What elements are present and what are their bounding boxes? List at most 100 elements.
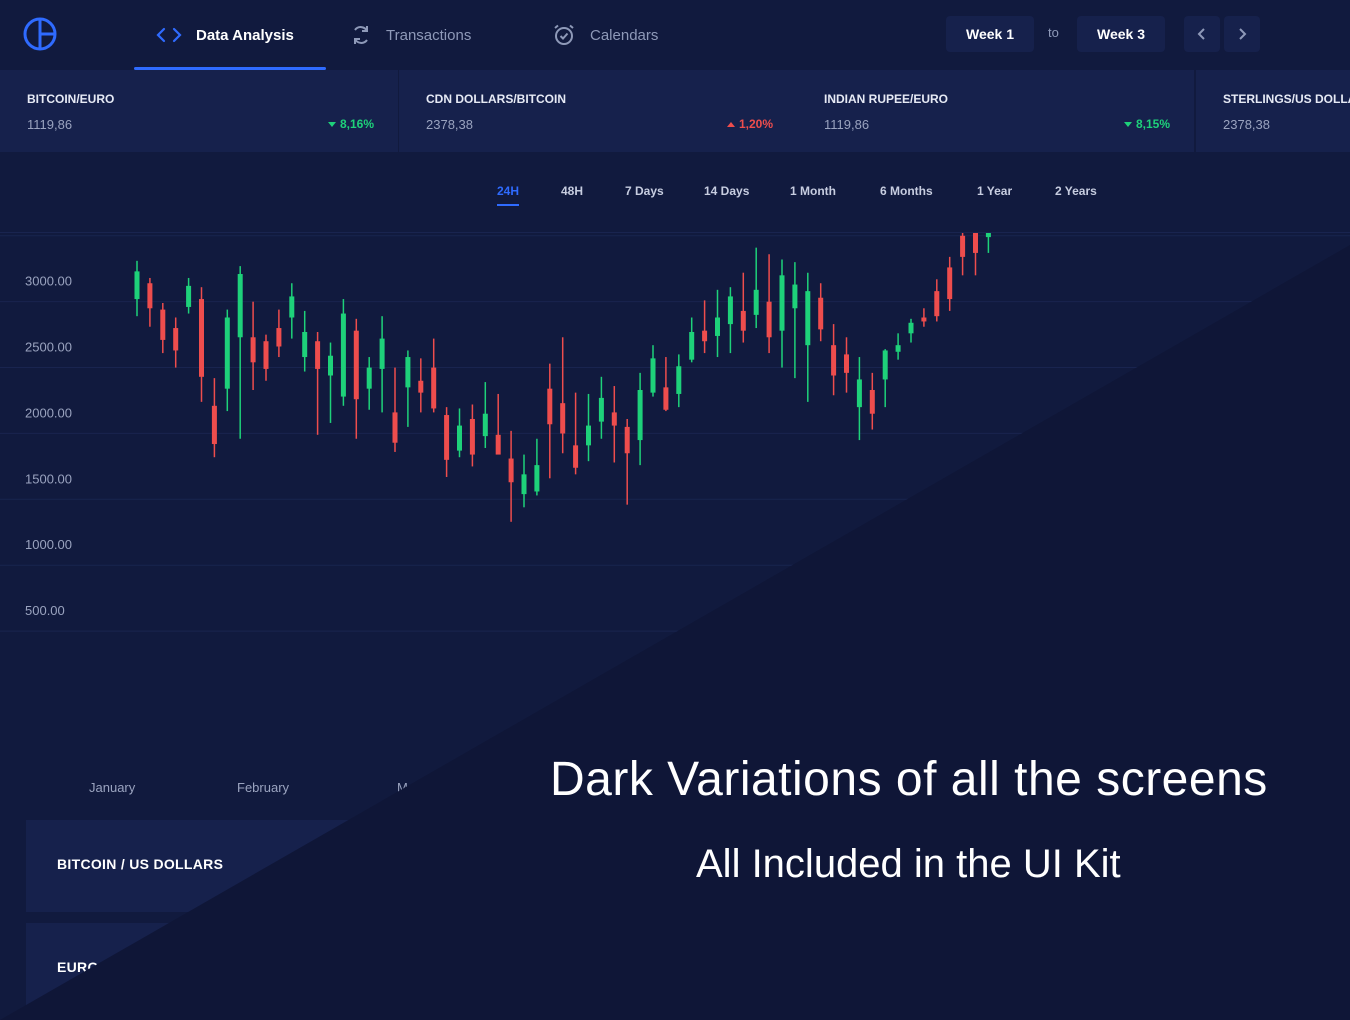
- candle-body: [624, 426, 630, 454]
- refresh-icon: [354, 26, 368, 44]
- y-axis-tick-label: 3000.00: [25, 274, 72, 289]
- bearish-candle: [921, 308, 927, 327]
- candle-body: [418, 380, 424, 393]
- ticker-card[interactable]: STERLINGS/US DOLLA 2378,38: [1196, 70, 1350, 152]
- bearish-candle: [547, 363, 553, 479]
- bullish-candle: [792, 262, 798, 379]
- week-to-button[interactable]: Week 3: [1077, 16, 1165, 52]
- bullish-candle: [289, 283, 295, 339]
- ticker-price: 1119,86: [27, 117, 73, 132]
- bearish-candle: [199, 287, 204, 402]
- bearish-candle: [947, 256, 953, 311]
- range-tab-6-months[interactable]: 6 Months: [880, 184, 933, 198]
- x-axis-label: January: [89, 780, 136, 795]
- candle-body: [315, 341, 321, 369]
- candle-body: [844, 354, 849, 373]
- bearish-candle: [663, 357, 669, 412]
- candle-body: [366, 367, 372, 389]
- ticker-pair: BITCOIN/EURO: [27, 92, 115, 106]
- tab-transactions[interactable]: Transactions: [350, 0, 471, 70]
- ticker-card[interactable]: BITCOIN/EURO 1119,86 8,16%: [0, 70, 400, 152]
- candle-body: [598, 397, 604, 422]
- week-from-button[interactable]: Week 1: [946, 16, 1034, 52]
- next-button[interactable]: [1224, 16, 1260, 52]
- candle-body: [689, 332, 695, 360]
- candle-body: [134, 271, 140, 300]
- candle-body: [715, 317, 720, 336]
- candle-body: [818, 297, 824, 330]
- candle-body: [302, 332, 308, 358]
- ticker-card[interactable]: CDN DOLLARS/BITCOIN 2378,38 1,20%: [399, 70, 799, 152]
- candle-body: [766, 301, 772, 338]
- top-navigation-bar: Data Analysis Transactions Calendars Wee…: [0, 0, 1350, 70]
- ticker-pair: STERLINGS/US DOLLA: [1223, 92, 1350, 106]
- alarm-clock-icon: [554, 24, 574, 45]
- bullish-candle: [405, 350, 411, 427]
- bullish-candle: [895, 333, 901, 360]
- y-axis-tick-label: 2000.00: [25, 405, 72, 420]
- candle-body: [792, 284, 798, 309]
- candle-body: [457, 425, 462, 451]
- tab-transactions-label: Transactions: [386, 26, 472, 44]
- bearish-candle: [263, 334, 269, 381]
- bullish-candle: [779, 259, 785, 368]
- candle-body: [573, 445, 579, 468]
- bearish-candle: [960, 233, 966, 276]
- candle-body: [534, 465, 540, 492]
- ticker-change: 1,20%: [726, 117, 773, 131]
- bearish-candle: [250, 301, 256, 390]
- bullish-candle: [534, 438, 540, 496]
- tab-calendars-label: Calendars: [590, 26, 659, 44]
- tab-calendars[interactable]: Calendars: [552, 0, 658, 70]
- bullish-candle: [328, 342, 333, 423]
- range-tab-24h[interactable]: 24H: [497, 184, 519, 198]
- bullish-candle: [985, 233, 991, 253]
- range-tab-7-days[interactable]: 7 Days: [625, 184, 664, 198]
- bullish-candle: [637, 372, 643, 466]
- candle-body: [611, 412, 617, 426]
- candle-body: [250, 337, 256, 363]
- candle-body: [469, 418, 475, 455]
- range-tab-14-days[interactable]: 14 Days: [704, 184, 749, 198]
- bearish-candle: [973, 233, 978, 276]
- promo-title: Dark Variations of all the screens: [550, 753, 1268, 806]
- candle-body: [960, 235, 966, 257]
- candle-body: [921, 317, 927, 322]
- range-tab-2-years[interactable]: 2 Years: [1055, 184, 1097, 198]
- ticker-pair: CDN DOLLARS/BITCOIN: [426, 92, 566, 106]
- bullish-candle: [882, 349, 888, 408]
- candle-body: [392, 412, 398, 443]
- bearish-candle: [934, 279, 940, 322]
- bullish-candle: [908, 318, 914, 343]
- chevron-left-icon: [1197, 28, 1205, 40]
- bearish-candle: [495, 393, 501, 455]
- bearish-candle: [444, 407, 450, 477]
- bullish-candle: [598, 376, 604, 439]
- tab-data-analysis[interactable]: Data Analysis: [156, 0, 294, 70]
- app-logo-icon[interactable]: [22, 16, 58, 52]
- candle-body: [340, 313, 346, 397]
- candle-body: [186, 285, 192, 307]
- previous-button[interactable]: [1184, 16, 1220, 52]
- ticker-change: 8,15%: [1123, 117, 1170, 131]
- range-tab-1-year[interactable]: 1 Year: [977, 184, 1012, 198]
- bearish-candle: [173, 317, 179, 368]
- range-tab-1-month[interactable]: 1 Month: [790, 184, 836, 198]
- ticker-card[interactable]: INDIAN RUPEE/EURO 1119,86 8,15%: [797, 70, 1196, 152]
- bullish-candle: [689, 317, 695, 363]
- range-tab-48h[interactable]: 48H: [561, 184, 583, 198]
- bullish-candle: [676, 354, 682, 408]
- candle-body: [431, 367, 437, 409]
- candle-body: [895, 345, 901, 352]
- candle-body: [663, 387, 669, 410]
- candle-body: [379, 338, 385, 369]
- candle-body: [547, 388, 553, 425]
- candle-body: [276, 328, 282, 347]
- bullish-candle: [457, 408, 462, 458]
- bullish-candle: [366, 357, 372, 410]
- x-axis-label: February: [237, 780, 290, 795]
- candle-body: [173, 328, 179, 351]
- week-range-separator: to: [1048, 25, 1059, 40]
- candle-body: [650, 358, 656, 393]
- bearish-candle: [276, 309, 282, 358]
